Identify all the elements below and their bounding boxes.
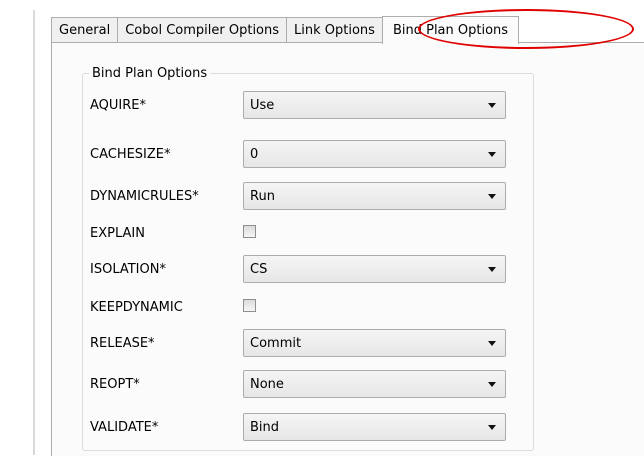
tab-link-options[interactable]: Link Options bbox=[286, 17, 383, 43]
group-title: Bind Plan Options bbox=[92, 66, 208, 81]
isolation-select[interactable]: CS bbox=[243, 255, 506, 283]
keepdynamic-checkbox[interactable] bbox=[243, 299, 256, 312]
chevron-down-icon bbox=[488, 194, 496, 199]
validate-label: VALIDATE* bbox=[90, 419, 159, 435]
cachesize-label: CACHESIZE* bbox=[90, 146, 171, 162]
release-select[interactable]: Commit bbox=[243, 329, 506, 357]
chevron-down-icon bbox=[488, 152, 496, 157]
row-aquire: AQUIRE* Use bbox=[90, 91, 510, 119]
tab-strip: General Cobol Compiler Options Link Opti… bbox=[51, 16, 520, 44]
row-release: RELEASE* Commit bbox=[90, 329, 510, 357]
row-cachesize: CACHESIZE* 0 bbox=[90, 140, 510, 168]
window-edge bbox=[33, 10, 35, 455]
row-dynamicrules: DYNAMICRULES* Run bbox=[90, 182, 510, 210]
chevron-down-icon bbox=[488, 267, 496, 272]
aquire-label: AQUIRE* bbox=[90, 97, 146, 113]
keepdynamic-label: KEEPDYNAMIC bbox=[90, 299, 183, 315]
reopt-select[interactable]: None bbox=[243, 370, 506, 398]
row-explain: EXPLAIN bbox=[90, 219, 510, 247]
tab-general[interactable]: General bbox=[51, 17, 119, 43]
isolation-label: ISOLATION* bbox=[90, 261, 166, 277]
chevron-down-icon bbox=[488, 425, 496, 430]
isolation-value: CS bbox=[250, 261, 268, 277]
chevron-down-icon bbox=[488, 382, 496, 387]
chevron-down-icon bbox=[488, 341, 496, 346]
tab-cobol-compiler-options[interactable]: Cobol Compiler Options bbox=[117, 17, 288, 43]
row-isolation: ISOLATION* CS bbox=[90, 255, 510, 283]
release-value: Commit bbox=[250, 335, 302, 351]
release-label: RELEASE* bbox=[90, 335, 155, 351]
dynamicrules-value: Run bbox=[250, 188, 275, 204]
aquire-select[interactable]: Use bbox=[243, 91, 506, 119]
row-validate: VALIDATE* Bind bbox=[90, 413, 510, 441]
aquire-value: Use bbox=[250, 97, 275, 113]
row-reopt: REOPT* None bbox=[90, 370, 510, 398]
dynamicrules-select[interactable]: Run bbox=[243, 182, 506, 210]
validate-value: Bind bbox=[250, 419, 280, 435]
explain-label: EXPLAIN bbox=[90, 225, 145, 241]
tab-bind-plan-options[interactable]: Bind Plan Options bbox=[381, 16, 520, 44]
dynamicrules-label: DYNAMICRULES* bbox=[90, 188, 199, 204]
cachesize-select[interactable]: 0 bbox=[243, 140, 506, 168]
reopt-value: None bbox=[250, 376, 284, 392]
cachesize-value: 0 bbox=[250, 146, 259, 162]
validate-select[interactable]: Bind bbox=[243, 413, 506, 441]
explain-checkbox[interactable] bbox=[243, 225, 256, 238]
chevron-down-icon bbox=[488, 103, 496, 108]
reopt-label: REOPT* bbox=[90, 376, 140, 392]
row-keepdynamic: KEEPDYNAMIC bbox=[90, 293, 510, 321]
